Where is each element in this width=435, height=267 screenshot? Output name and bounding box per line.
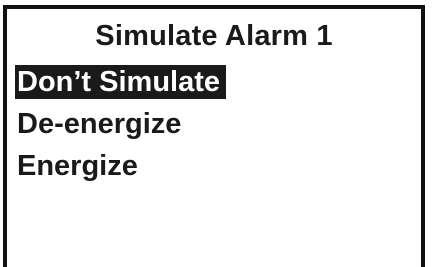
menu-row-dont-simulate: Don’t Simulate [15, 65, 227, 107]
menu-item-energize[interactable]: Energize [15, 149, 226, 183]
menu-row-de-energize: De-energize [15, 107, 226, 141]
menu-item-dont-simulate[interactable]: Don’t Simulate [15, 65, 227, 99]
options-menu: Don’t Simulate De-energize Energize [15, 65, 227, 191]
menu-row-energize: Energize [15, 149, 226, 183]
lcd-display: Simulate Alarm 1 Don’t Simulate De-energ… [3, 5, 425, 267]
screen-title: Simulate Alarm 1 [95, 20, 333, 52]
menu-item-de-energize[interactable]: De-energize [15, 107, 226, 141]
